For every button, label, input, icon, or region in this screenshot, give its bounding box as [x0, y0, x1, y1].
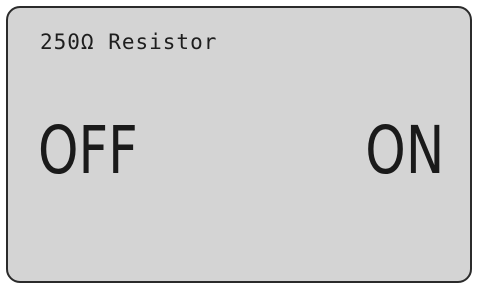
on-option[interactable]: ON	[365, 112, 444, 190]
lcd-display: 250Ω Resistor OFF ON	[6, 6, 472, 283]
off-option[interactable]: OFF	[38, 112, 138, 190]
screen-title: 250Ω Resistor	[40, 30, 218, 54]
